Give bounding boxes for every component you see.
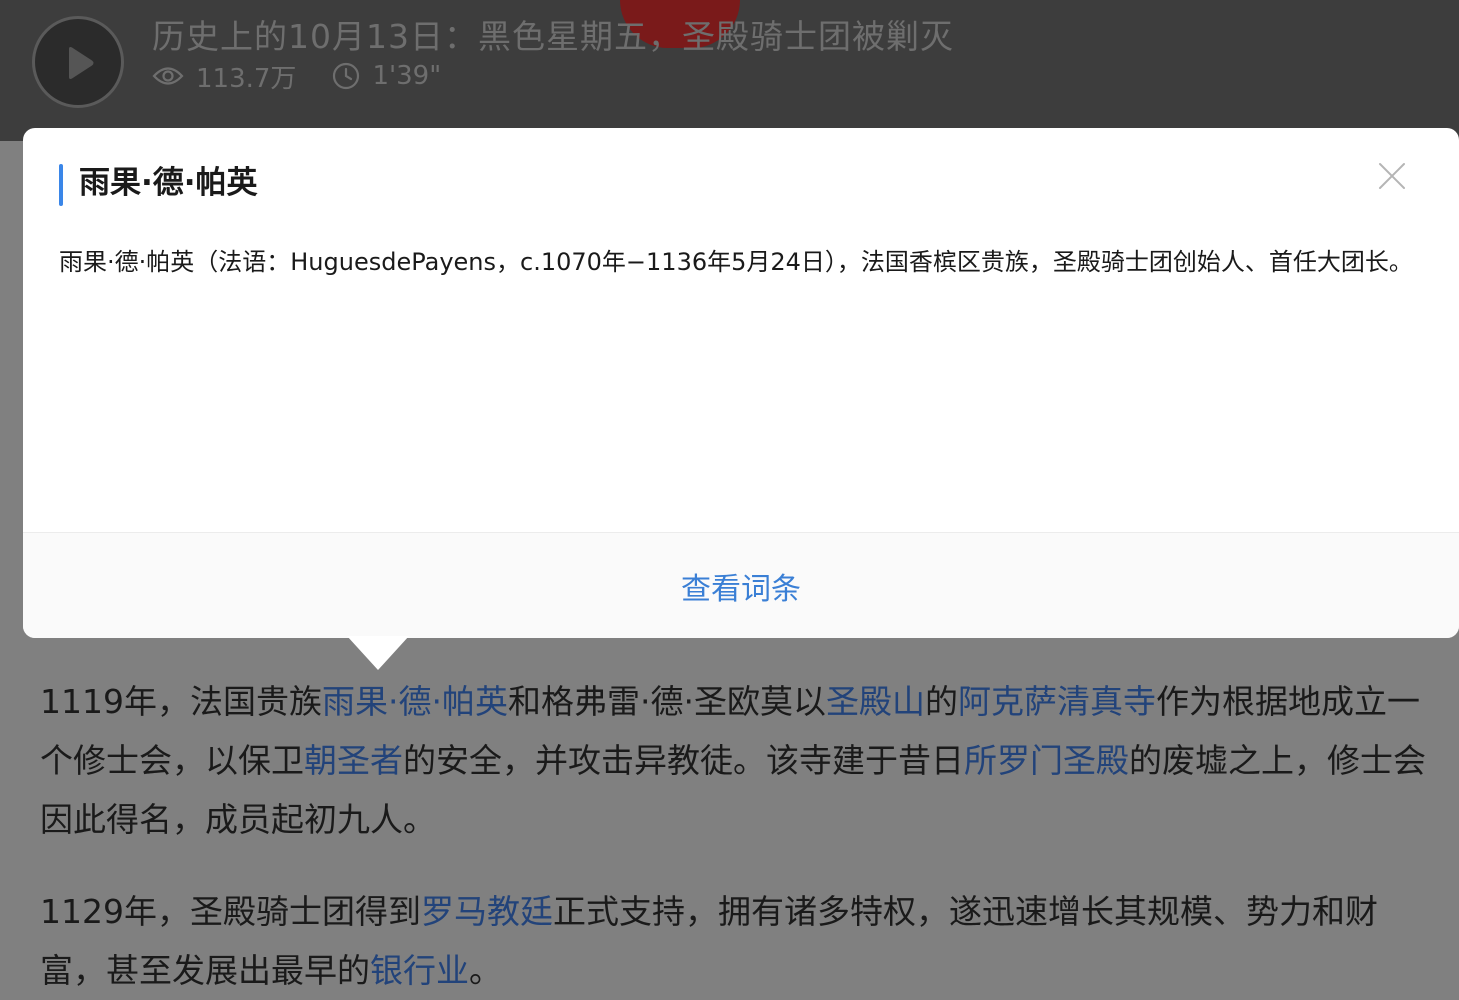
link-solomons-temple[interactable]: 所罗门圣殿	[964, 741, 1129, 780]
link-temple-mount[interactable]: 圣殿山	[826, 682, 925, 721]
link-holy-see[interactable]: 罗马教廷	[421, 892, 553, 931]
view-entry-button[interactable]: 查看词条	[23, 533, 1459, 639]
article-paragraph-1: 1119年，法国贵族雨果·德·帕英和格弗雷·德·圣欧莫以圣殿山的阿克萨清真寺作为…	[40, 672, 1440, 849]
text-run: 1119年，法国贵族	[40, 682, 322, 721]
play-icon	[69, 47, 94, 79]
popup-pointer-arrow	[347, 636, 409, 670]
duration: 1'39"	[332, 61, 441, 91]
link-banking[interactable]: 银行业	[370, 951, 469, 990]
text-run: 的	[924, 682, 958, 721]
view-count: 113.7万	[152, 58, 296, 95]
link-pilgrims[interactable]: 朝圣者	[304, 741, 403, 780]
clock-icon	[333, 62, 360, 90]
article-paragraph-2: 1129年，圣殿骑士团得到罗马教廷正式支持，拥有诸多特权，遂迅速增长其规模、势力…	[40, 882, 1440, 1000]
video-title[interactable]: 历史上的10月13日：黑色星期五，圣殿骑士团被剿灭	[152, 10, 954, 58]
text-run: 。	[469, 951, 502, 990]
text-run: 1129年，圣殿骑士团得到	[40, 892, 421, 931]
popup-title: 雨果·德·帕英	[79, 165, 258, 201]
text-run: 和格弗雷·德·圣欧莫以	[507, 682, 826, 721]
duration-text: 1'39"	[372, 61, 442, 91]
popup-description: 雨果·德·帕英（法语：HuguesdePayens，c.1070年−1136年5…	[59, 248, 1413, 276]
video-header: 历史上的10月13日：黑色星期五，圣殿骑士团被剿灭 113.7万 1'39"	[0, 0, 1459, 141]
link-hugues-de-payens[interactable]: 雨果·德·帕英	[322, 682, 508, 721]
entry-popup: 雨果·德·帕英 雨果·德·帕英（法语：HuguesdePayens，c.1070…	[23, 128, 1459, 638]
title-accent-bar	[59, 164, 63, 206]
text-run: 的安全，并攻击异教徒。该寺建于昔日	[403, 741, 964, 780]
close-icon[interactable]	[1378, 162, 1406, 190]
eye-icon	[152, 67, 184, 85]
video-meta: 113.7万 1'39"	[152, 58, 477, 94]
popup-footer: 查看词条	[23, 532, 1459, 638]
link-al-aqsa-mosque[interactable]: 阿克萨清真寺	[958, 682, 1156, 721]
article-body: 1119年，法国贵族雨果·德·帕英和格弗雷·德·圣欧莫以圣殿山的阿克萨清真寺作为…	[40, 672, 1440, 1000]
view-count-text: 113.7万	[196, 63, 297, 94]
play-button[interactable]	[32, 16, 124, 108]
